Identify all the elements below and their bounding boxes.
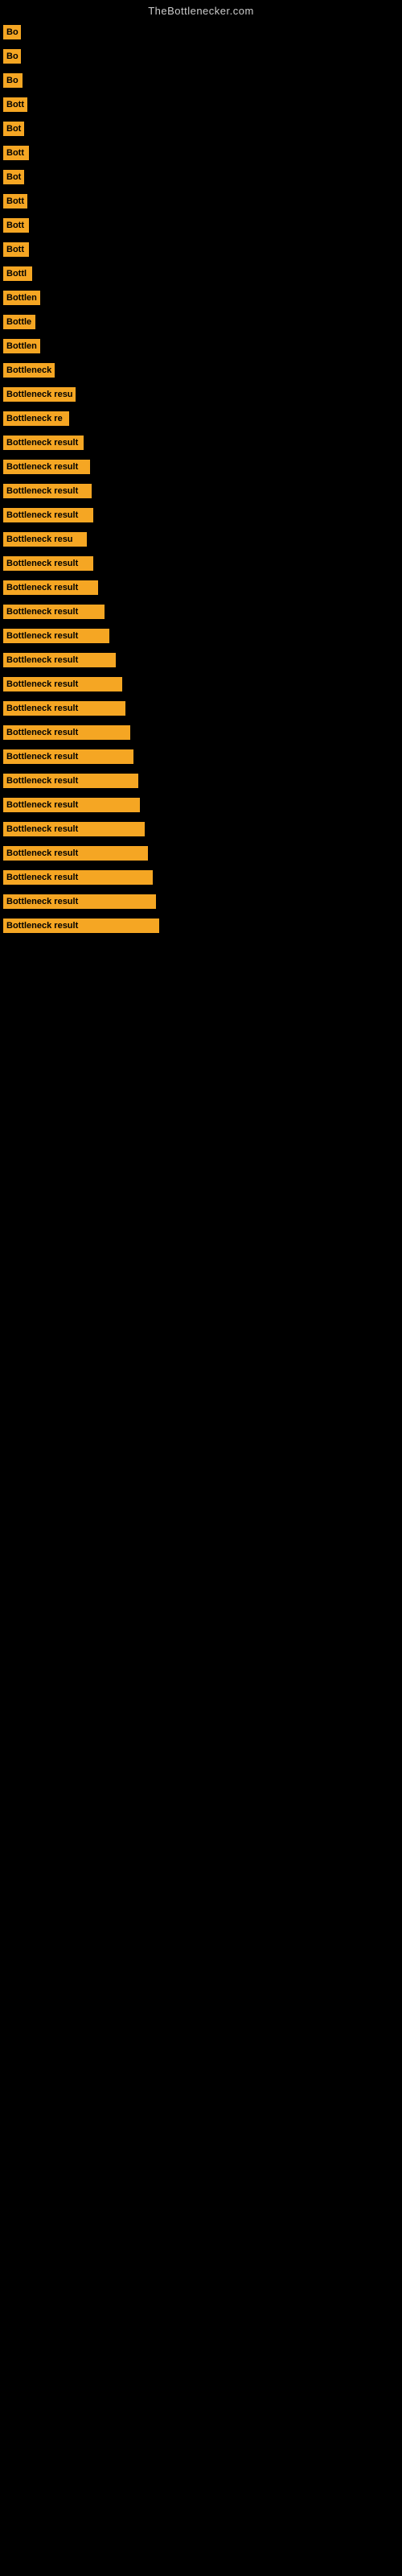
bar-row: Bottleneck result [0,914,402,938]
bar-row: Bott [0,213,402,237]
bar-row: Bottleneck result [0,769,402,793]
bar-label: Bottleneck result [3,556,93,571]
bar-label: Bottleneck result [3,436,84,450]
bar-row: Bott [0,141,402,165]
bar-label: Bottleneck result [3,677,122,691]
bar-label: Bottleneck result [3,919,159,933]
bar-label: Bott [3,194,27,208]
bar-label: Bot [3,170,24,184]
bar-row: Bot [0,165,402,189]
bar-row: Bottleneck result [0,841,402,865]
bar-row: Bott [0,189,402,213]
bar-row: Bo [0,44,402,68]
bar-row: Bottleneck resu [0,382,402,407]
site-title: TheBottlenecker.com [0,0,402,20]
bar-label: Bottleneck result [3,798,140,812]
bar-row: Bottle [0,310,402,334]
bar-label: Bottleneck result [3,725,130,740]
bar-label: Bottleneck result [3,774,138,788]
bar-label: Bottleneck resu [3,387,76,402]
bar-row: Bottleneck result [0,455,402,479]
bar-label: Bottleneck result [3,749,133,764]
bar-row: Bottleneck result [0,551,402,576]
bar-label: Bottleneck result [3,894,156,909]
bar-label: Bottleneck result [3,846,148,861]
bar-label: Bottleneck result [3,580,98,595]
bar-row: Bott [0,93,402,117]
bar-row: Bottleneck result [0,600,402,624]
bar-row: Bottleneck result [0,576,402,600]
bar-row: Bottleneck resu [0,527,402,551]
bar-row: Bottleneck result [0,720,402,745]
bar-label: Bottl [3,266,32,281]
bar-label: Bottleneck result [3,822,145,836]
bar-row: Bottlen [0,334,402,358]
bar-row: Bottlen [0,286,402,310]
bar-label: Bottleneck result [3,605,105,619]
bar-row: Bottleneck result [0,817,402,841]
bar-row: Bottleneck result [0,865,402,890]
bar-row: Bottleneck result [0,696,402,720]
bar-label: Bottleneck [3,363,55,378]
bar-label: Bott [3,97,27,112]
bar-row: Bo [0,68,402,93]
bar-row: Bottleneck re [0,407,402,431]
bar-label: Bottleneck result [3,484,92,498]
bar-label: Bo [3,49,21,64]
bar-label: Bot [3,122,24,136]
bar-row: Bot [0,117,402,141]
bar-label: Bottleneck result [3,629,109,643]
bar-label: Bottlen [3,339,40,353]
bar-row: Bottleneck result [0,745,402,769]
bar-label: Bottleneck re [3,411,69,426]
bar-row: Bottleneck result [0,624,402,648]
bar-row: Bottleneck result [0,672,402,696]
bar-row: Bott [0,237,402,262]
bar-row: Bottleneck result [0,503,402,527]
bar-label: Bottleneck result [3,460,90,474]
bar-label: Bottleneck result [3,870,153,885]
bar-label: Bottleneck result [3,701,125,716]
bar-row: Bottleneck result [0,479,402,503]
bar-row: Bottleneck result [0,890,402,914]
bar-label: Bottlen [3,291,40,305]
bar-row: Bottleneck result [0,793,402,817]
bar-label: Bo [3,73,23,88]
bar-row: Bottl [0,262,402,286]
bar-label: Bott [3,242,29,257]
bar-row: Bottleneck result [0,648,402,672]
bar-label: Bottleneck result [3,653,116,667]
bar-label: Bott [3,218,29,233]
bar-row: Bottleneck [0,358,402,382]
bar-label: Bo [3,25,21,39]
bar-row: Bo [0,20,402,44]
bars-container: Bo Bo Bo Bott Bot Bott Bot Bott Bott Bott Bottl Bot… [0,20,402,938]
bar-label: Bottle [3,315,35,329]
bar-label: Bottleneck resu [3,532,87,547]
bar-label: Bott [3,146,29,160]
bar-label: Bottleneck result [3,508,93,522]
bar-row: Bottleneck result [0,431,402,455]
